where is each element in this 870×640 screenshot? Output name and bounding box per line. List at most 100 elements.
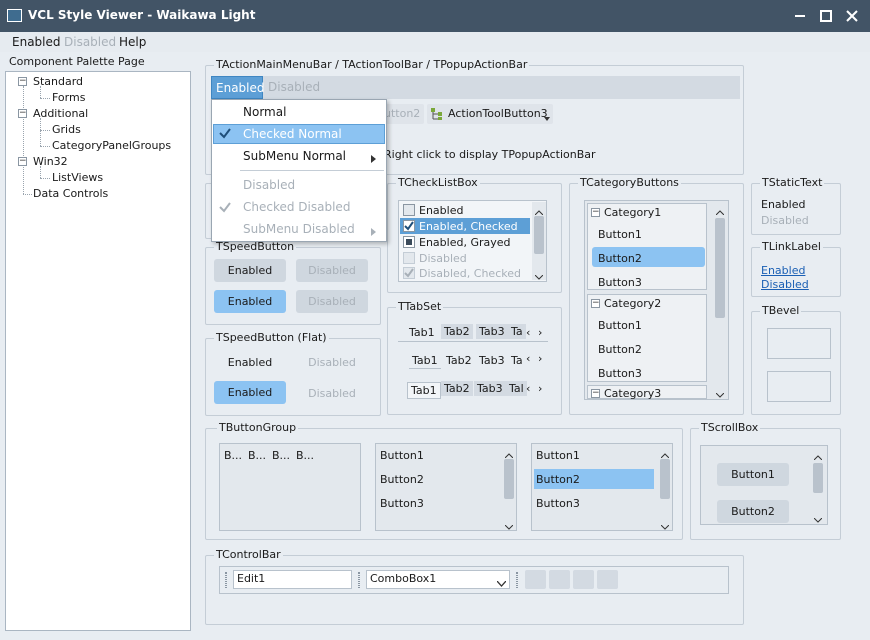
chevron-right-icon[interactable]: › <box>538 352 542 365</box>
toolbar-button[interactable] <box>525 570 546 589</box>
tab-3[interactable]: Tab3 <box>474 381 506 396</box>
action-tool-button3[interactable]: ActionToolButton3 <box>427 104 553 124</box>
grip-icon[interactable] <box>225 572 227 588</box>
tree-item-listviews[interactable]: ListViews <box>52 171 103 184</box>
edit1-field[interactable]: Edit1 <box>233 570 352 589</box>
compact-button[interactable]: B... <box>296 449 314 462</box>
scrollbox-scrollbar[interactable] <box>811 447 825 523</box>
dropdown-arrow-icon[interactable] <box>544 111 550 124</box>
scroll-thumb[interactable] <box>715 218 725 318</box>
chevron-left-icon[interactable]: ‹ <box>526 382 530 395</box>
collapse-icon[interactable]: − <box>18 77 27 86</box>
flat-button-enabled-down[interactable]: Enabled <box>214 381 286 404</box>
tree-item-win32[interactable]: Win32 <box>33 155 68 168</box>
checkbox-grayed-icon[interactable] <box>403 236 415 248</box>
collapse-icon[interactable]: − <box>591 299 600 308</box>
group-button[interactable]: Button3 <box>380 497 424 510</box>
category-buttons[interactable]: − Category1 Button1 Button2 Button3 − Ca… <box>584 200 729 400</box>
scroll-thumb[interactable] <box>813 463 823 493</box>
category1-header[interactable]: Category1 <box>604 206 661 219</box>
tree-item-category-panel-groups[interactable]: CategoryPanelGroups <box>52 139 171 152</box>
scroll-down-icon[interactable] <box>715 388 725 401</box>
scroll-down-icon[interactable] <box>660 520 670 533</box>
category-button[interactable]: Button3 <box>598 367 642 380</box>
scroll-thumb[interactable] <box>534 216 544 254</box>
checkbox-unchecked[interactable] <box>403 204 415 216</box>
scroll-up-icon[interactable] <box>715 205 725 218</box>
link-disabled[interactable]: Disabled <box>761 278 809 291</box>
tab-4[interactable]: Ta <box>508 324 526 339</box>
tab-4[interactable]: Ta <box>508 353 526 368</box>
check-item-enabled-checked[interactable]: Enabled, Checked <box>419 220 518 233</box>
scrollbox[interactable]: Button1 Button2 <box>700 445 828 525</box>
combobox1[interactable]: ComboBox1 <box>366 570 510 589</box>
category3-header[interactable]: Category3 <box>604 387 661 400</box>
collapse-icon[interactable]: − <box>18 157 27 166</box>
collapse-icon[interactable]: − <box>591 208 600 217</box>
list-scrollbar[interactable] <box>658 445 672 530</box>
category-button[interactable]: Button2 <box>598 343 642 356</box>
grip-icon[interactable] <box>358 572 360 588</box>
category-scrollbar[interactable] <box>713 202 727 398</box>
button-group-list-1[interactable]: Button1 Button2 Button3 <box>375 443 517 531</box>
scroll-thumb[interactable] <box>504 459 514 499</box>
chevron-down-icon[interactable] <box>496 577 507 590</box>
group-button[interactable]: Button3 <box>536 497 580 510</box>
category-button[interactable]: Button3 <box>598 276 642 289</box>
toolbar-button[interactable] <box>549 570 570 589</box>
group-button[interactable]: Button2 <box>380 473 424 486</box>
chevron-right-icon[interactable]: › <box>538 326 542 339</box>
button-group-compact[interactable]: B... B... B... B... <box>219 443 361 531</box>
tab-3[interactable]: Tab3 <box>476 353 508 368</box>
button-group-list-2[interactable]: Button1 Button2 Button3 <box>531 443 673 531</box>
scrollbox-button2[interactable]: Button2 <box>717 500 789 523</box>
chevron-left-icon[interactable]: ‹ <box>526 352 530 365</box>
menu-help[interactable]: Help <box>119 35 146 49</box>
scrollbox-button1[interactable]: Button1 <box>717 463 789 486</box>
category-button[interactable]: Button1 <box>598 319 642 332</box>
list-scrollbar[interactable] <box>502 445 516 530</box>
tree-item-grids[interactable]: Grids <box>52 123 81 136</box>
menu-enabled[interactable]: Enabled <box>12 35 61 49</box>
flat-button-enabled[interactable]: Enabled <box>214 356 286 369</box>
maximize-icon[interactable] <box>816 6 836 26</box>
tree-item-additional[interactable]: Additional <box>33 107 88 120</box>
speed-button-enabled-down[interactable]: Enabled <box>214 290 286 313</box>
toolbar-button[interactable] <box>597 570 618 589</box>
category2-header[interactable]: Category2 <box>604 297 661 310</box>
minimize-icon[interactable] <box>790 6 810 26</box>
scroll-down-icon[interactable] <box>813 513 823 526</box>
tab-1[interactable]: Tab1 <box>407 382 441 399</box>
tab-4[interactable]: Tal <box>506 381 527 396</box>
scroll-down-icon[interactable] <box>534 270 544 283</box>
checkmark-icon[interactable] <box>403 220 415 232</box>
speed-button-enabled[interactable]: Enabled <box>214 259 286 282</box>
chevron-left-icon[interactable]: ‹ <box>526 326 530 339</box>
tab-3[interactable]: Tab3 <box>476 324 508 339</box>
group-button[interactable]: Button1 <box>380 449 424 462</box>
compact-button[interactable]: B... <box>224 449 242 462</box>
checklist-scrollbar[interactable] <box>532 202 546 280</box>
tab-1[interactable]: Tab1 <box>406 325 438 340</box>
compact-button[interactable]: B... <box>248 449 266 462</box>
toolbar-button[interactable] <box>573 570 594 589</box>
compact-button[interactable]: B... <box>272 449 290 462</box>
check-item-enabled[interactable]: Enabled <box>419 204 463 217</box>
tree-item-forms[interactable]: Forms <box>52 91 85 104</box>
checklistbox[interactable]: Enabled Enabled, Checked Enabled, Grayed… <box>398 200 547 282</box>
tree-item-data-controls[interactable]: Data Controls <box>33 187 108 200</box>
category-button[interactable]: Button1 <box>598 228 642 241</box>
scroll-thumb[interactable] <box>660 459 670 499</box>
tab-1[interactable]: Tab1 <box>409 353 441 369</box>
grip-icon[interactable] <box>516 572 518 588</box>
collapse-icon[interactable]: − <box>18 109 27 118</box>
collapse-icon[interactable]: − <box>591 389 600 398</box>
scroll-up-icon[interactable] <box>813 450 823 463</box>
component-palette-tree[interactable]: − Standard Forms − Additional Grids Cate… <box>5 71 191 631</box>
action-menu-enabled[interactable]: Enabled <box>211 76 265 99</box>
tab-2[interactable]: Tab2 <box>443 353 475 368</box>
check-item-enabled-grayed[interactable]: Enabled, Grayed <box>419 236 511 249</box>
popup-item-submenu-normal[interactable]: SubMenu Normal <box>243 149 346 163</box>
close-icon[interactable] <box>842 6 862 26</box>
scroll-down-icon[interactable] <box>504 520 514 533</box>
